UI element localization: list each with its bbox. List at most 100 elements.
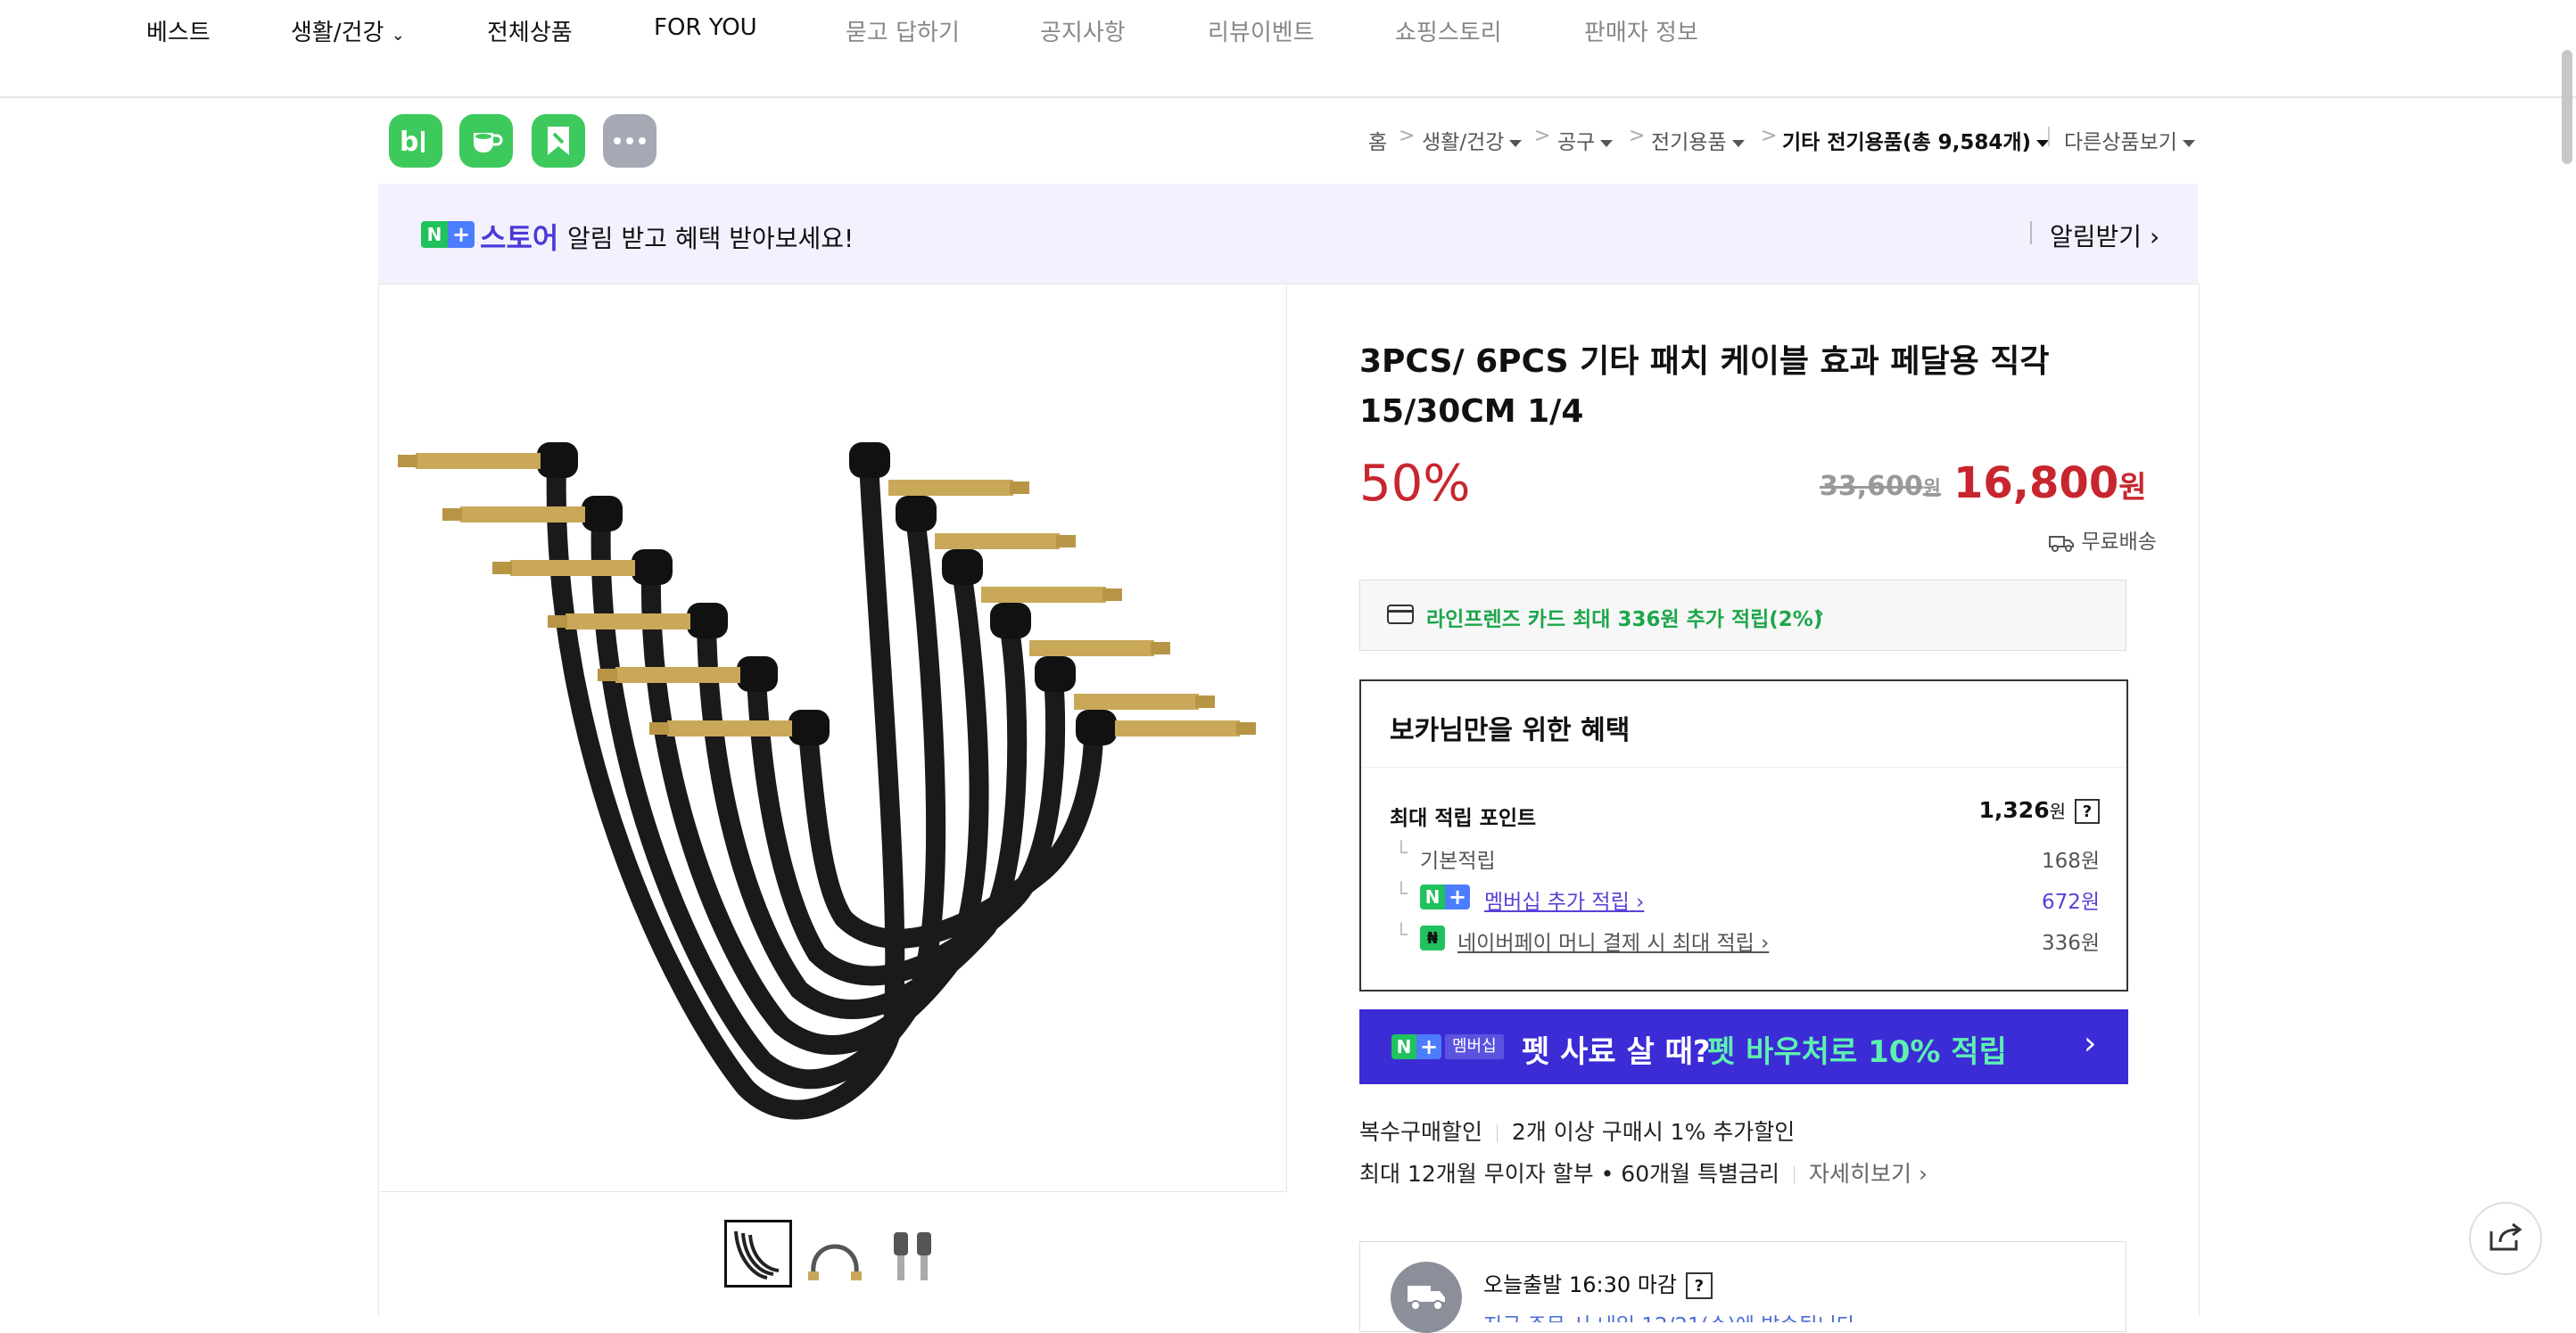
nav-for-you[interactable]: FOR YOU bbox=[654, 14, 757, 41]
delivery-truck-icon bbox=[1391, 1262, 1462, 1333]
alert-subscribe-button[interactable]: 알림받기 › bbox=[2050, 218, 2159, 253]
svg-text:b: b bbox=[400, 127, 418, 156]
tree-branch-icon: └ bbox=[1395, 883, 1408, 906]
nav-review-event[interactable]: 리뷰이벤트 bbox=[1208, 14, 1315, 47]
store-banner-message: 알림 받고 혜택 받아보세요! bbox=[567, 224, 855, 253]
nav-all-products[interactable]: 전체상품 bbox=[487, 14, 573, 47]
breadcrumb-electric[interactable]: 전기용품 bbox=[1651, 125, 1745, 155]
banner-divider bbox=[2030, 221, 2032, 244]
delivery-info-box: 오늘출발 16:30 마감? 지금 주문 시 내일 12/21(수)에 발송됩니… bbox=[1359, 1241, 2126, 1333]
multi-buy-text: 2개 이상 구매시 1% 추가할인 bbox=[1511, 1119, 1796, 1145]
caret-down-icon bbox=[1509, 139, 1523, 147]
breadcrumb-living-health-label: 생활/건강 bbox=[1422, 131, 1505, 154]
naver-pay-icon: ₦ bbox=[1420, 926, 1445, 950]
breadcrumb-separator: > bbox=[1534, 125, 1551, 147]
installment-info: 최대 12개월 무이자 할부 • 60개월 특별금리 자세히보기 › bbox=[1359, 1156, 1928, 1189]
breadcrumb-separator: > bbox=[1399, 125, 1416, 147]
naver-n-badge: N bbox=[421, 221, 448, 248]
breadcrumb-separator: > bbox=[1629, 125, 1646, 147]
breadcrumb-separator: > bbox=[1761, 125, 1778, 147]
chevron-right-icon: › bbox=[2149, 222, 2160, 251]
shipping-info: 무료배송 bbox=[2048, 524, 2157, 555]
top-navigation: 베스트 생활/건강 ⌄ 전체상품 FOR YOU 묻고 답하기 공지사항 리뷰이… bbox=[0, 0, 2576, 98]
breadcrumb-other-electric[interactable]: 기타 전기용품(총 9,584개) bbox=[1782, 125, 2050, 155]
membership-points-label: 멤버십 추가 적립 bbox=[1484, 891, 1630, 914]
divider bbox=[1496, 1124, 1498, 1142]
membership-points-value: 672원 bbox=[2041, 891, 2100, 914]
delivery-sub-text: 지금 주문 시 내일 12/21(수)에 발송됩니다 bbox=[1483, 1308, 1855, 1322]
plus-badge: + bbox=[1445, 885, 1470, 909]
membership-badge: 멤버십 bbox=[1445, 1034, 1504, 1059]
sale-price: 16,800원 bbox=[1953, 458, 2147, 508]
nav-best[interactable]: 베스트 bbox=[146, 14, 211, 47]
delivery-label-text: 오늘출발 16:30 마감 bbox=[1483, 1272, 1677, 1297]
installment-detail-label: 자세히보기 bbox=[1808, 1161, 1911, 1187]
breadcrumb-tools[interactable]: 공구 bbox=[1557, 125, 1614, 155]
member-benefit-box: 보카님만을 위한 혜택 최대 적립 포인트 1,326원? └ 기본적립 168… bbox=[1359, 679, 2128, 992]
nav-shopping-story[interactable]: 쇼핑스토리 bbox=[1395, 14, 1502, 47]
divider bbox=[1794, 1166, 1796, 1184]
sale-price-unit: 원 bbox=[2118, 470, 2147, 506]
nav-living-health[interactable]: 생활/건강 ⌄ bbox=[291, 14, 405, 47]
benefit-title: 보카님만을 위한 혜택 bbox=[1390, 715, 1631, 746]
nav-notice[interactable]: 공지사항 bbox=[1040, 14, 1126, 47]
chevron-right-icon: › bbox=[2084, 1025, 2097, 1062]
installment-text: 최대 12개월 무이자 할부 • 60개월 특별금리 bbox=[1359, 1161, 1780, 1187]
caret-down-icon bbox=[2036, 139, 2050, 147]
card-promo-text: 라인프렌즈 카드 최대 336원 추가 적립(2%) bbox=[1426, 608, 1823, 631]
scrollbar-thumb[interactable] bbox=[2562, 50, 2572, 164]
original-price: 33,600원 bbox=[1820, 471, 1941, 502]
scrollbar[interactable] bbox=[2551, 0, 2576, 1316]
shipping-label: 무료배송 bbox=[2081, 531, 2157, 554]
thumbnail-1[interactable] bbox=[724, 1220, 792, 1288]
naver-pay-points-value: 336원 bbox=[2041, 932, 2100, 955]
naver-plus-logo: N + bbox=[421, 221, 475, 248]
tree-branch-icon: └ bbox=[1395, 842, 1408, 865]
product-title: 3PCS/ 6PCS 기타 패치 케이블 효과 페달용 직각 15/30CM 1… bbox=[1359, 343, 2050, 430]
pet-voucher-banner[interactable]: N + 멤버십 펫 사료 살 때? 펫 바우처로 10% 적립 › bbox=[1359, 1009, 2128, 1084]
multi-buy-label: 복수구매할인 bbox=[1359, 1119, 1483, 1145]
help-icon[interactable]: ? bbox=[2075, 799, 2100, 824]
pet-banner-text1: 펫 사료 살 때? bbox=[1522, 1034, 1711, 1070]
product-main-image[interactable] bbox=[380, 285, 1287, 1192]
share-icon bbox=[2488, 1221, 2523, 1256]
cafe-icon[interactable] bbox=[459, 114, 513, 168]
help-icon[interactable]: ? bbox=[1685, 1272, 1713, 1299]
other-products-dropdown[interactable]: 다른상품보기 bbox=[2064, 125, 2195, 155]
store-alert-banner: N + 스토어 알림 받고 혜택 받아보세요! 알림받기 › bbox=[378, 184, 2198, 284]
plus-badge: + bbox=[1416, 1034, 1441, 1059]
naver-plus-badge: N + bbox=[1391, 1034, 1441, 1059]
chevron-right-icon: › bbox=[1918, 1161, 1928, 1187]
thumbnail-3[interactable] bbox=[876, 1220, 944, 1288]
card-promo-box[interactable]: 라인프렌즈 카드 최대 336원 추가 적립(2%) › bbox=[1359, 580, 2126, 651]
delivery-label: 오늘출발 16:30 마감? bbox=[1483, 1267, 1713, 1299]
max-points-label: 최대 적립 포인트 bbox=[1390, 807, 1537, 830]
breadcrumb-tools-label: 공구 bbox=[1557, 131, 1596, 154]
blog-icon[interactable]: b bbox=[389, 114, 442, 168]
nav-seller-info[interactable]: 판매자 정보 bbox=[1584, 14, 1698, 47]
more-icon[interactable] bbox=[603, 114, 656, 168]
max-points-number: 1,326 bbox=[1978, 797, 2050, 823]
discount-rate: 50% bbox=[1359, 455, 1471, 513]
thumbnail-2[interactable] bbox=[801, 1220, 869, 1288]
installment-detail-link[interactable]: 자세히보기 › bbox=[1809, 1161, 1928, 1187]
nav-qna[interactable]: 묻고 답하기 bbox=[846, 14, 960, 47]
original-price-unit: 원 bbox=[1922, 478, 1942, 500]
naver-pay-points-link[interactable]: 네이버페이 머니 결제 시 최대 적립 › bbox=[1457, 926, 1769, 956]
nav-living-health-label: 생활/건강 bbox=[291, 20, 384, 46]
max-points-unit: 원 bbox=[2049, 801, 2066, 822]
breadcrumb-electric-label: 전기용품 bbox=[1651, 131, 1727, 154]
membership-points-link[interactable]: 멤버십 추가 적립 › bbox=[1484, 885, 1644, 915]
sale-price-value: 16,800 bbox=[1953, 458, 2119, 508]
share-button[interactable] bbox=[2469, 1202, 2542, 1275]
original-price-value: 33,600 bbox=[1820, 471, 1923, 502]
credit-card-icon bbox=[1387, 604, 1414, 629]
other-products-label: 다른상품보기 bbox=[2064, 131, 2177, 154]
basic-points-value: 168원 bbox=[2041, 850, 2100, 873]
chevron-right-icon: › bbox=[1815, 600, 1825, 627]
breadcrumb-living-health[interactable]: 생활/건강 bbox=[1422, 125, 1523, 155]
caret-down-icon bbox=[1600, 139, 1614, 147]
breadcrumb-home[interactable]: 홈 bbox=[1368, 125, 1387, 155]
breadcrumb-other-electric-label: 기타 전기용품(총 9,584개) bbox=[1782, 131, 2032, 154]
bookmark-icon[interactable] bbox=[532, 114, 585, 168]
